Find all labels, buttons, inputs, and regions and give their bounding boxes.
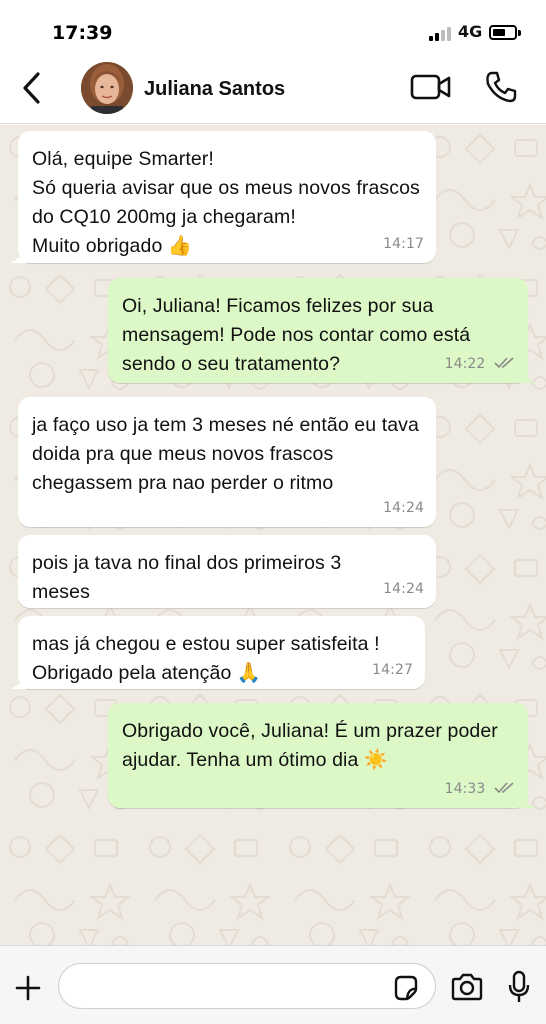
battery-icon bbox=[489, 25, 517, 40]
back-button[interactable] bbox=[18, 68, 48, 108]
message-bubble-incoming[interactable]: mas já chegou e estou super satisfeita !… bbox=[10, 616, 425, 689]
message-timestamp: 14:33 bbox=[444, 781, 486, 797]
message-text: Obrigado você, Juliana! É um prazer pode… bbox=[122, 720, 498, 771]
status-time: 17:39 bbox=[52, 22, 113, 44]
battery-tip bbox=[518, 30, 521, 36]
message-input-bar bbox=[0, 945, 546, 1024]
contact-name[interactable]: Juliana Santos bbox=[144, 78, 285, 101]
message-bubble-incoming[interactable]: pois ja tava no final dos primeiros 3 me… bbox=[18, 535, 436, 608]
video-call-button[interactable] bbox=[410, 72, 452, 102]
message-timestamp: 14:27 bbox=[372, 662, 413, 678]
message-timestamp: 14:22 bbox=[444, 356, 486, 372]
message-bubble-outgoing[interactable]: Oi, Juliana! Ficamos felizes por sua men… bbox=[108, 278, 536, 383]
camera-icon bbox=[451, 973, 483, 1001]
message-time: 14:33 bbox=[445, 775, 516, 804]
message-timestamp: 14:24 bbox=[383, 500, 424, 516]
chevron-left-icon bbox=[23, 72, 40, 104]
message-text: ja faço uso ja tem 3 meses né então eu t… bbox=[32, 414, 419, 494]
bubble-tail bbox=[520, 794, 536, 808]
message-input[interactable] bbox=[58, 963, 436, 1009]
message-text: pois ja tava no final dos primeiros 3 me… bbox=[32, 552, 342, 603]
bubble-tail bbox=[520, 369, 536, 383]
phone-icon bbox=[486, 71, 517, 103]
message-time: 14:17 bbox=[383, 230, 424, 259]
network-type: 4G bbox=[458, 22, 483, 41]
microphone-button[interactable] bbox=[508, 970, 530, 1004]
chat-header: Juliana Santos bbox=[0, 62, 546, 124]
message-time: 14:22 bbox=[445, 350, 516, 379]
bubble-tail bbox=[10, 675, 26, 689]
video-camera-icon bbox=[410, 74, 451, 100]
double-check-icon bbox=[494, 357, 514, 369]
camera-button[interactable] bbox=[450, 973, 484, 1001]
message-time: 14:27 bbox=[372, 656, 413, 685]
bubble-tail bbox=[10, 249, 26, 263]
message-bubble-incoming[interactable]: Olá, equipe Smarter! Só queria avisar qu… bbox=[10, 131, 436, 263]
avatar-photo bbox=[81, 62, 133, 114]
signal-strength-icon bbox=[429, 25, 455, 41]
message-time: 14:24 bbox=[383, 494, 424, 523]
message-bubble-outgoing[interactable]: Obrigado você, Juliana! É um prazer pode… bbox=[108, 703, 536, 808]
voice-call-button[interactable] bbox=[484, 70, 518, 104]
double-check-icon bbox=[494, 782, 514, 794]
sticker-icon bbox=[394, 975, 418, 1001]
message-timestamp: 14:24 bbox=[383, 581, 424, 597]
attach-button[interactable] bbox=[14, 974, 42, 1002]
chat-area[interactable]: Olá, equipe Smarter! Só queria avisar qu… bbox=[0, 125, 546, 945]
sticker-button[interactable] bbox=[392, 974, 420, 1002]
microphone-icon bbox=[508, 970, 530, 1002]
message-time: 14:24 bbox=[383, 575, 424, 604]
message-text: mas já chegou e estou super satisfeita !… bbox=[32, 633, 380, 684]
plus-icon bbox=[15, 975, 41, 1001]
message-text: Olá, equipe Smarter! Só queria avisar qu… bbox=[32, 148, 420, 257]
avatar[interactable] bbox=[81, 62, 133, 114]
message-timestamp: 14:17 bbox=[383, 236, 424, 252]
message-bubble-incoming[interactable]: ja faço uso ja tem 3 meses né então eu t… bbox=[18, 397, 436, 527]
status-bar: 17:39 4G bbox=[0, 0, 546, 62]
